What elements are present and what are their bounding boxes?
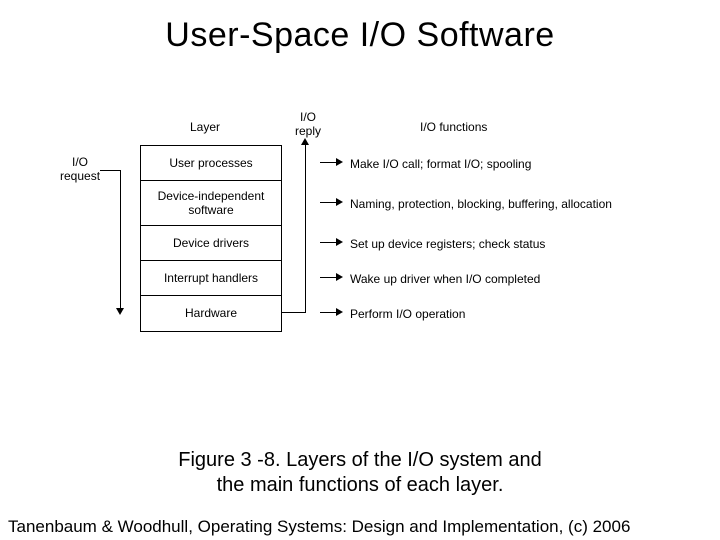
- layer-name-0: User processes: [169, 157, 252, 171]
- header-functions: I/O functions: [420, 120, 487, 134]
- layer-name-4: Hardware: [185, 307, 237, 321]
- layer-box-0: User processes: [140, 145, 282, 182]
- header-request: I/O request: [60, 155, 100, 183]
- layer-func-2: Set up device registers; check status: [350, 237, 545, 251]
- layer-func-1: Naming, protection, blocking, buffering,…: [350, 197, 612, 211]
- layer-name-3: Interrupt handlers: [164, 272, 258, 286]
- layer-box-2: Device drivers: [140, 225, 282, 262]
- caption-line-1: Figure 3 -8. Layers of the I/O system an…: [178, 449, 542, 471]
- layer-box-1: Device-independent software: [140, 180, 282, 227]
- layer-func-0: Make I/O call; format I/O; spooling: [350, 157, 531, 171]
- layer-func-4: Perform I/O operation: [350, 307, 465, 321]
- layer-box-3: Interrupt handlers: [140, 260, 282, 297]
- figure-caption: Figure 3 -8. Layers of the I/O system an…: [0, 448, 720, 498]
- caption-line-2: the main functions of each layer.: [0, 473, 720, 498]
- layer-box-4: Hardware: [140, 295, 282, 332]
- credit-line: Tanenbaum & Woodhull, Operating Systems:…: [8, 517, 630, 537]
- slide: User-Space I/O Software Layer I/O reply …: [0, 0, 720, 540]
- layer-func-3: Wake up driver when I/O completed: [350, 272, 540, 286]
- layer-name-1: Device-independent software: [158, 190, 265, 218]
- slide-title: User-Space I/O Software: [0, 16, 720, 55]
- header-reply: I/O reply: [295, 110, 321, 138]
- header-layer: Layer: [190, 120, 220, 134]
- layer-name-2: Device drivers: [173, 237, 249, 251]
- io-layers-figure: Layer I/O reply I/O functions I/O reques…: [50, 110, 670, 410]
